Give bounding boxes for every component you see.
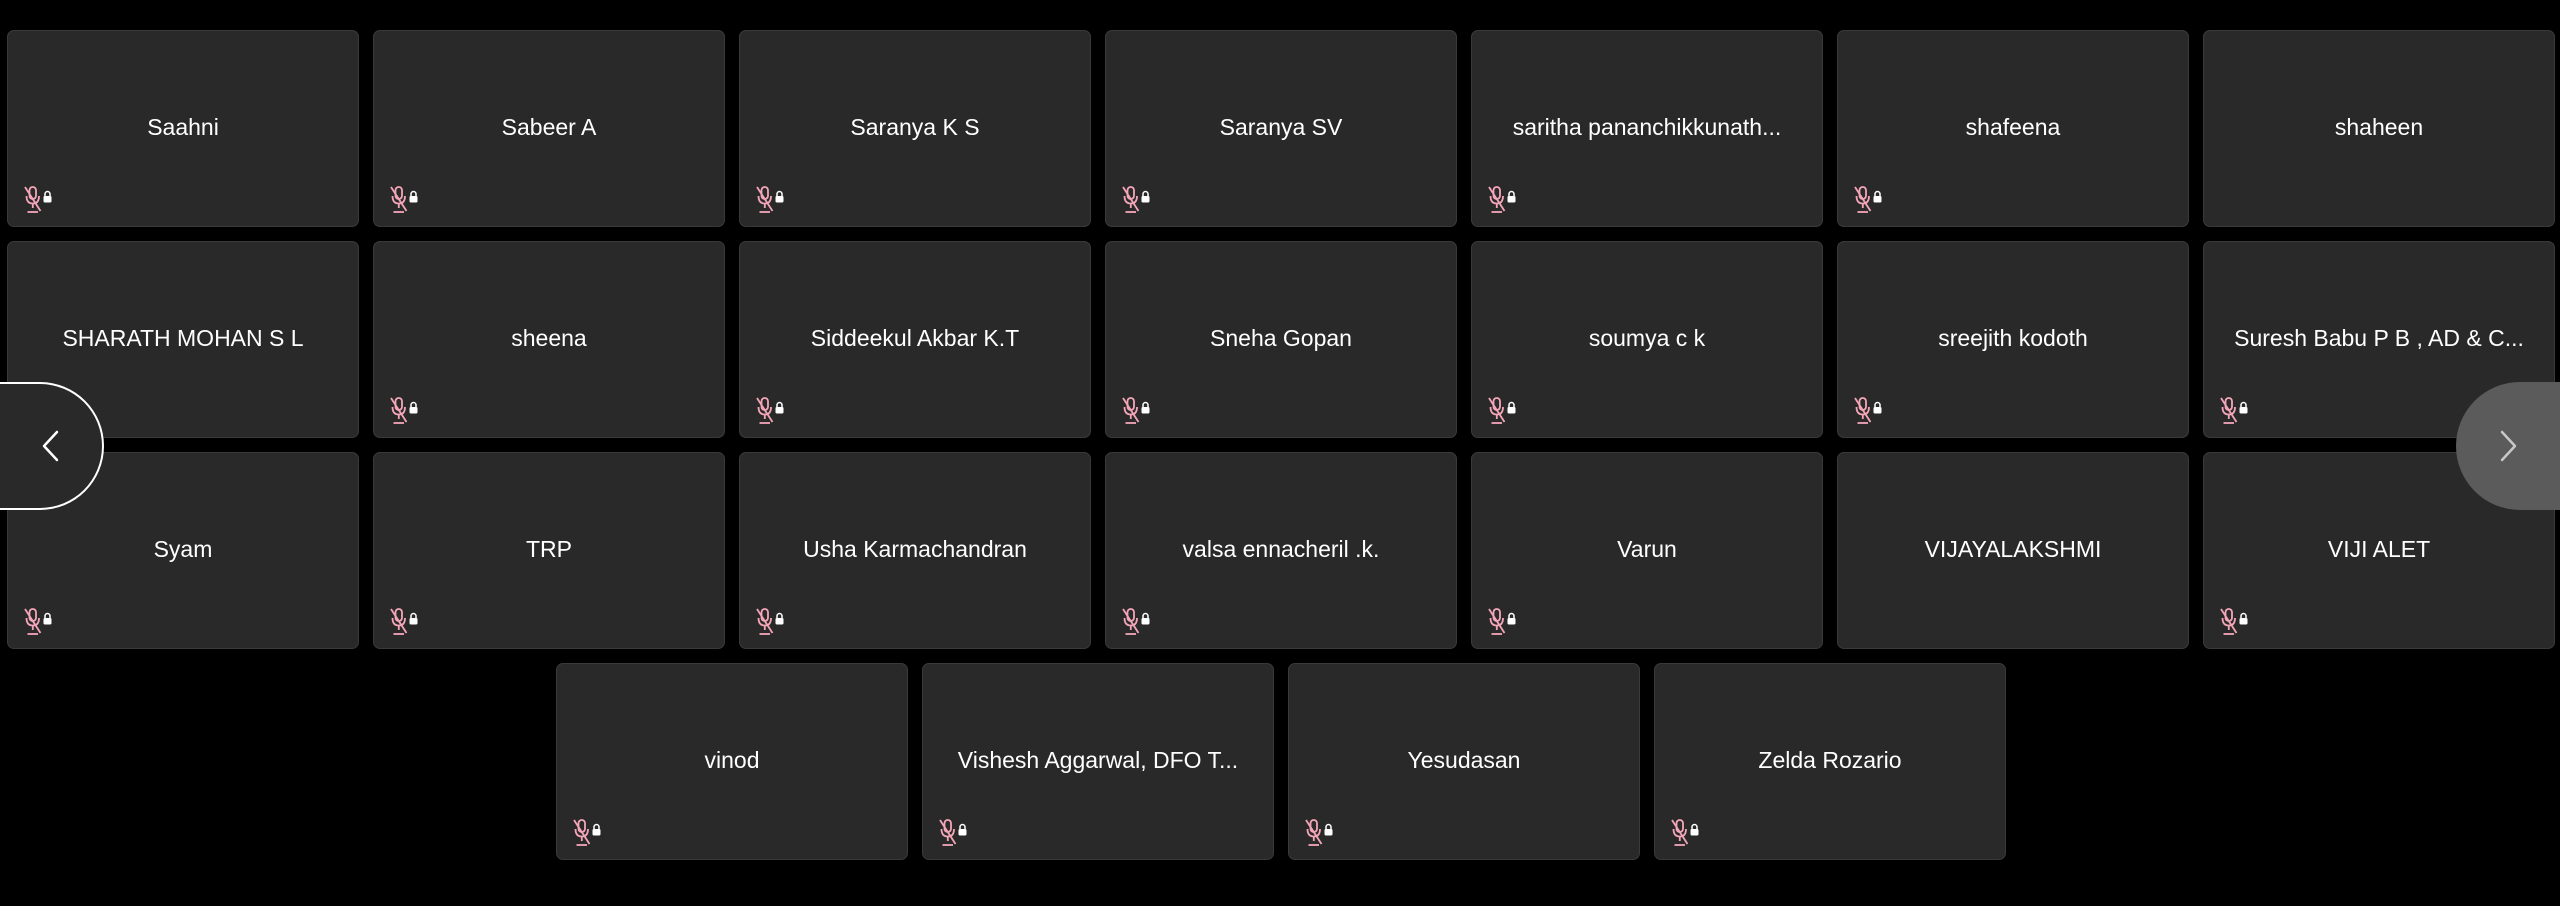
mic-off-icon (756, 186, 784, 213)
mic-off-icon (24, 186, 52, 213)
participant-name: shaheen (2334, 113, 2424, 140)
muted-indicator (1121, 607, 1155, 637)
participant-name: vinod (704, 746, 760, 773)
participant-tile[interactable]: Saranya SV (1105, 30, 1457, 227)
participant-name: Saranya K S (850, 113, 980, 140)
mic-off-icon (1854, 186, 1882, 213)
participant-name: Saahni (147, 113, 219, 140)
participant-name: saritha pananchikkunath... (1512, 113, 1782, 140)
muted-indicator (1487, 607, 1521, 637)
muted-indicator (1853, 396, 1887, 426)
participant-name: TRP (526, 535, 572, 562)
participant-tile[interactable]: VIJAYALAKSHMI (1837, 452, 2189, 649)
participant-tile[interactable]: shaheen (2203, 30, 2555, 227)
participant-name: VIJAYALAKSHMI (1924, 535, 2102, 562)
participant-tile[interactable]: TRP (373, 452, 725, 649)
participant-name: Zelda Rozario (1758, 746, 1902, 773)
participant-name: Usha Karmachandran (803, 535, 1027, 562)
participant-tile[interactable]: Sabeer A (373, 30, 725, 227)
participant-name: soumya c k (1588, 324, 1706, 351)
muted-indicator (1121, 185, 1155, 215)
participant-tile[interactable]: Usha Karmachandran (739, 452, 1091, 649)
participant-name: Siddeekul Akbar K.T (810, 324, 1020, 351)
participant-name: Sneha Gopan (1210, 324, 1352, 351)
participant-name: sheena (511, 324, 587, 351)
muted-indicator (1853, 185, 1887, 215)
muted-indicator (2219, 607, 2253, 637)
mic-off-icon (1305, 819, 1333, 846)
participant-tile[interactable]: Vishesh Aggarwal, DFO T... (922, 663, 1274, 860)
participant-tile[interactable]: vinod (556, 663, 908, 860)
mic-off-icon (573, 819, 601, 846)
participant-tile[interactable]: Siddeekul Akbar K.T (739, 241, 1091, 438)
mic-off-icon (390, 186, 418, 213)
muted-indicator (1304, 818, 1338, 848)
muted-indicator (1670, 818, 1704, 848)
muted-indicator (2219, 396, 2253, 426)
mic-off-icon (1488, 608, 1516, 635)
muted-indicator (938, 818, 972, 848)
mic-off-icon (1671, 819, 1699, 846)
participant-tile[interactable]: shafeena (1837, 30, 2189, 227)
mic-off-icon (24, 608, 52, 635)
mic-off-icon (1854, 397, 1882, 424)
muted-indicator (23, 607, 57, 637)
mic-off-icon (2220, 608, 2248, 635)
participant-grid: Saahni Sabeer A Saranya K S Saranya SV sarit… (0, 0, 2560, 906)
mic-off-icon (1488, 397, 1516, 424)
muted-indicator (1487, 396, 1521, 426)
participant-tile[interactable]: Sneha Gopan (1105, 241, 1457, 438)
mic-off-icon (1122, 608, 1150, 635)
chevron-right-icon (2500, 430, 2517, 462)
muted-indicator (755, 396, 789, 426)
participant-tile[interactable]: soumya c k (1471, 241, 1823, 438)
participant-tile[interactable]: Varun (1471, 452, 1823, 649)
muted-indicator (572, 818, 606, 848)
muted-indicator (755, 607, 789, 637)
participant-name: Sabeer A (501, 113, 597, 140)
participant-name: Yesudasan (1407, 746, 1521, 773)
participant-name: sreejith kodoth (1938, 324, 2088, 351)
participant-tile[interactable]: Saahni (7, 30, 359, 227)
chevron-left-icon (42, 430, 59, 462)
muted-indicator (755, 185, 789, 215)
participant-tile[interactable]: sreejith kodoth (1837, 241, 2189, 438)
participant-tile[interactable]: valsa ennacheril .k. (1105, 452, 1457, 649)
mic-off-icon (1488, 186, 1516, 213)
participant-tile[interactable]: Yesudasan (1288, 663, 1640, 860)
mic-off-icon (390, 608, 418, 635)
muted-indicator (389, 185, 423, 215)
participant-name: valsa ennacheril .k. (1182, 535, 1380, 562)
participant-name: shafeena (1965, 113, 2061, 140)
participant-name: Varun (1617, 535, 1677, 562)
muted-indicator (1487, 185, 1521, 215)
muted-indicator (389, 607, 423, 637)
muted-indicator (389, 396, 423, 426)
mic-off-icon (1122, 397, 1150, 424)
mic-off-icon (756, 608, 784, 635)
participant-tile[interactable]: Zelda Rozario (1654, 663, 2006, 860)
muted-indicator (23, 185, 57, 215)
mic-off-icon (756, 397, 784, 424)
mic-off-icon (1122, 186, 1150, 213)
mic-off-icon (2220, 397, 2248, 424)
participant-tile[interactable]: saritha pananchikkunath... (1471, 30, 1823, 227)
participant-name: Vishesh Aggarwal, DFO T... (957, 746, 1239, 773)
muted-indicator (1121, 396, 1155, 426)
mic-off-icon (939, 819, 967, 846)
participant-tile[interactable]: sheena (373, 241, 725, 438)
participant-name: Saranya SV (1219, 113, 1343, 140)
participant-tile[interactable]: Saranya K S (739, 30, 1091, 227)
mic-off-icon (390, 397, 418, 424)
